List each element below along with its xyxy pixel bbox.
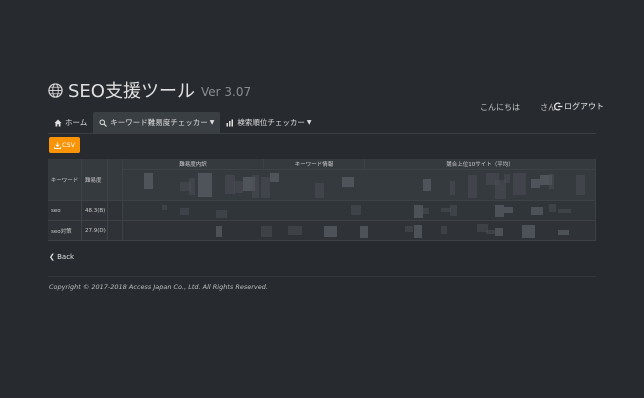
results-table: キーワード 難易度 難易度内訳 キーワード情報 競合上位10サイト（平均） se… bbox=[48, 159, 596, 241]
logout-label: ログアウト bbox=[564, 102, 604, 111]
row-difficulty: 48.3(B) bbox=[82, 201, 108, 221]
app-header: SEO支援ツール Ver 3.07 bbox=[48, 78, 251, 102]
mosaic-block bbox=[441, 226, 447, 234]
group-header-difficulty-breakdown: 難易度内訳 bbox=[123, 159, 264, 170]
back-link[interactable]: ❮ Back bbox=[49, 253, 74, 261]
mosaic-block bbox=[216, 226, 222, 237]
mosaic-block bbox=[414, 225, 422, 238]
mosaic-block bbox=[423, 208, 429, 214]
mosaic-block bbox=[360, 226, 368, 238]
mosaic-block bbox=[414, 205, 423, 218]
mosaic-block bbox=[261, 226, 272, 237]
mosaic-block bbox=[288, 226, 302, 235]
back-label: Back bbox=[57, 253, 75, 261]
group-header-keyword-info: キーワード情報 bbox=[264, 159, 365, 170]
tab-keyword-difficulty-label: キーワード難易度チェッカー bbox=[110, 118, 208, 127]
footer-divider bbox=[48, 276, 596, 277]
logout-link[interactable]: ログアウト bbox=[554, 101, 604, 112]
mosaic-block bbox=[189, 178, 195, 195]
caret-down-icon: ▼ bbox=[209, 119, 215, 126]
mosaic-block bbox=[405, 226, 413, 232]
tab-rank-checker-label: 検索順位チェッカー bbox=[237, 118, 305, 127]
app-version: Ver 3.07 bbox=[200, 85, 252, 99]
mosaic-block bbox=[513, 173, 526, 195]
mosaic-block bbox=[549, 174, 554, 189]
mosaic-block bbox=[549, 204, 556, 212]
mosaic-block bbox=[324, 226, 337, 237]
mosaic-block bbox=[261, 177, 270, 198]
mosaic-block bbox=[495, 228, 503, 236]
mosaic-block bbox=[558, 230, 569, 235]
mosaic-block bbox=[270, 173, 279, 182]
row-cell-blank bbox=[108, 201, 123, 221]
mosaic-block bbox=[531, 179, 540, 188]
mosaic-block bbox=[576, 175, 585, 195]
col-header-blank bbox=[108, 159, 123, 201]
mosaic-block bbox=[504, 207, 513, 213]
search-icon bbox=[99, 119, 108, 127]
mosaic-block bbox=[162, 205, 167, 210]
mosaic-block bbox=[531, 207, 543, 215]
mosaic-block bbox=[180, 208, 189, 215]
group-header-competitor-average: 競合上位10サイト（平均） bbox=[365, 159, 596, 170]
mosaic-block bbox=[450, 181, 455, 195]
mosaic-block bbox=[495, 205, 504, 217]
mosaic-block bbox=[234, 181, 243, 193]
tab-home-label: ホーム bbox=[65, 118, 88, 127]
caret-down-icon: ▼ bbox=[306, 119, 312, 126]
row-cell-blank bbox=[108, 221, 123, 241]
row-keyword: seo対策 bbox=[48, 221, 82, 241]
mosaic-block bbox=[351, 205, 361, 215]
tab-home[interactable]: ホーム bbox=[48, 112, 93, 133]
mosaic-block bbox=[198, 173, 212, 197]
copyright-text: Copyright © 2017-2018 Access Japan Co., … bbox=[49, 283, 268, 291]
globe-icon bbox=[48, 82, 63, 98]
mosaic-block bbox=[504, 174, 510, 183]
mosaic-block bbox=[450, 205, 457, 216]
mosaic-block bbox=[423, 179, 431, 191]
main-nav-tabs: ホーム キーワード難易度チェッカー ▼ 検索順位チェッカー ▼ bbox=[48, 112, 318, 133]
row-keyword: seo bbox=[48, 201, 82, 221]
mosaic-block bbox=[216, 210, 227, 218]
mosaic-block bbox=[486, 230, 495, 234]
row-difficulty: 27.9(D) bbox=[82, 221, 108, 241]
mosaic-block bbox=[558, 209, 571, 213]
mosaic-block bbox=[144, 173, 153, 189]
logout-icon bbox=[554, 102, 563, 111]
mosaic-block bbox=[522, 225, 535, 238]
mosaic-block bbox=[252, 175, 259, 198]
chevron-left-icon: ❮ bbox=[49, 253, 55, 261]
tab-rank-checker[interactable]: 検索順位チェッカー ▼ bbox=[220, 112, 317, 133]
bar-chart-icon bbox=[226, 119, 234, 126]
app-title: SEO支援ツール bbox=[68, 81, 195, 102]
tabs-divider bbox=[48, 133, 596, 134]
greeting-text: こんにちは bbox=[480, 103, 520, 112]
col-header-keyword: キーワード bbox=[48, 159, 82, 201]
csv-label: CSV bbox=[61, 141, 76, 149]
home-icon bbox=[54, 119, 62, 126]
download-icon bbox=[53, 141, 61, 149]
tab-keyword-difficulty[interactable]: キーワード難易度チェッカー ▼ bbox=[93, 112, 221, 133]
mosaic-block bbox=[468, 175, 477, 198]
mosaic-block bbox=[342, 177, 354, 187]
mosaic-block bbox=[315, 183, 324, 198]
col-header-difficulty: 難易度 bbox=[82, 159, 108, 201]
csv-download-button[interactable]: CSV bbox=[49, 137, 80, 153]
